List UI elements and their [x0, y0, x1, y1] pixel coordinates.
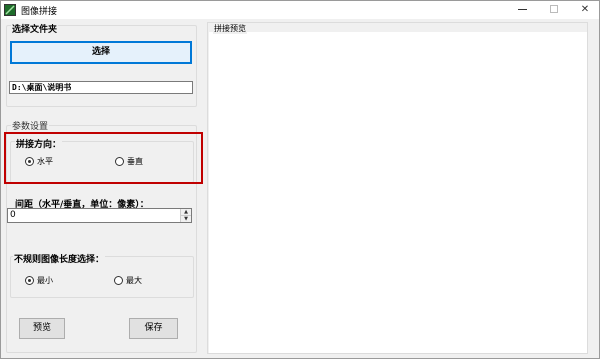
- radio-min[interactable]: 最小: [25, 275, 53, 286]
- folder-group: [6, 25, 197, 107]
- spacing-stepper[interactable]: 0 ▲ ▼: [7, 208, 192, 223]
- folder-section-label: 选择文件夹: [11, 22, 59, 35]
- radio-indicator: [114, 276, 123, 285]
- radio-min-label: 最小: [37, 276, 53, 285]
- preview-panel-label: 拼接预览: [213, 23, 247, 34]
- save-button[interactable]: 保存: [129, 318, 178, 339]
- close-button[interactable]: ✕: [570, 1, 600, 19]
- highlight-box: [4, 132, 203, 184]
- params-group-label: 参数设置: [11, 119, 50, 132]
- select-folder-button[interactable]: 选择: [10, 41, 192, 64]
- chevron-up-icon: ▲: [184, 209, 188, 215]
- spin-down-button[interactable]: ▼: [181, 216, 191, 223]
- spin-up-button[interactable]: ▲: [181, 209, 191, 216]
- close-icon: ✕: [580, 4, 590, 15]
- preview-button[interactable]: 预览: [19, 318, 65, 339]
- spacing-value[interactable]: 0: [10, 210, 16, 220]
- maximize-icon: [550, 5, 558, 13]
- window-title: 图像拼接: [21, 7, 58, 17]
- radio-indicator: [25, 276, 34, 285]
- preview-canvas: [209, 32, 587, 353]
- radio-max-label: 最大: [126, 276, 142, 285]
- irregular-label: 不规则图像长度选择：: [13, 252, 106, 265]
- folder-path-field[interactable]: D:\桌面\说明书: [9, 81, 193, 94]
- chevron-down-icon: ▼: [184, 216, 188, 222]
- title-bar: 图像拼接 ✕: [1, 1, 599, 19]
- minimize-button[interactable]: [507, 1, 537, 19]
- app-icon: [4, 4, 16, 16]
- maximize-button[interactable]: [539, 1, 569, 19]
- minimize-icon: [517, 8, 527, 10]
- app-window: 图像拼接 ✕ 选择文件夹 选择 D:\桌面\说明书 参数设置 拼接方向： 水平 …: [0, 0, 600, 359]
- spin-buttons: ▲ ▼: [180, 209, 191, 222]
- radio-max[interactable]: 最大: [114, 275, 142, 286]
